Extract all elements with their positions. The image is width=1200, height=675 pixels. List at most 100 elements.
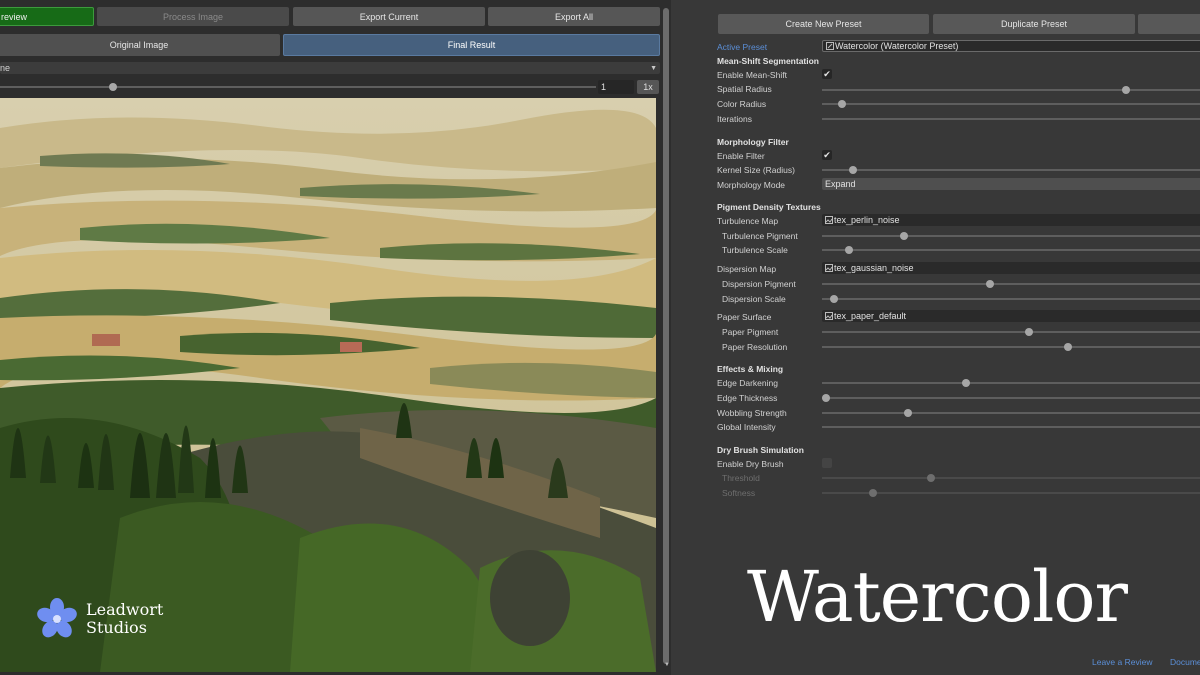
paper-resolution-label: Paper Resolution (722, 342, 788, 352)
preview-button-label: review (1, 11, 28, 22)
wobbling-strength-label: Wobbling Strength (717, 408, 787, 418)
enable-filter-label: Enable Filter (717, 151, 765, 161)
enable-mean-shift-checkbox[interactable]: ✔ (822, 69, 832, 79)
tab-original-image[interactable]: Original Image (0, 34, 280, 56)
turbulence-map-field[interactable]: tex_perlin_noise (822, 214, 1200, 226)
global-intensity-label: Global Intensity (717, 422, 776, 432)
paper-pigment-knob[interactable] (1024, 328, 1033, 336)
kernel-size-knob[interactable] (849, 166, 858, 174)
pigment-header: Pigment Density Textures (717, 202, 821, 212)
settings-panel: Create New Preset Duplicate Preset Activ… (671, 0, 1200, 675)
edge-thickness-knob[interactable] (821, 394, 830, 402)
logo-line1: Leadwort (86, 600, 164, 619)
duplicate-preset-button[interactable]: Duplicate Preset (933, 14, 1135, 34)
active-preset-label: Active Preset (717, 42, 768, 52)
turbulence-map-value: tex_perlin_noise (834, 215, 900, 225)
final-result-image (0, 98, 656, 672)
turbulence-scale-knob[interactable] (845, 246, 854, 254)
turbulence-map-label: Turbulence Map (717, 216, 779, 226)
dispersion-map-field[interactable]: tex_gaussian_noise (822, 262, 1200, 274)
turbulence-scale-label: Turbulence Scale (722, 245, 788, 255)
kernel-size-slider[interactable] (822, 166, 1200, 174)
dispersion-pigment-slider[interactable] (822, 280, 1200, 288)
scroll-down-icon[interactable]: ▼ (664, 662, 670, 668)
dispersion-scale-slider[interactable] (822, 295, 1200, 303)
flower-logo-icon (37, 598, 77, 638)
spatial-radius-knob[interactable] (1122, 86, 1131, 94)
softness-knob (868, 489, 877, 497)
vertical-scrollbar[interactable] (663, 8, 669, 664)
leave-review-link[interactable]: Leave a Review (1092, 657, 1152, 667)
preview-panel: review Process Image Export Current Expo… (0, 0, 671, 675)
documentation-link[interactable]: Docume (1170, 657, 1200, 667)
mean-shift-header: Mean-Shift Segmentation (717, 56, 820, 66)
dispersion-pigment-knob[interactable] (985, 280, 994, 288)
logo-line2: Studios (86, 618, 147, 637)
zoom-reset-button[interactable]: 1x (637, 80, 659, 94)
enable-dry-brush-label: Enable Dry Brush (717, 459, 784, 469)
wobbling-strength-knob[interactable] (903, 409, 912, 417)
iterations-slider[interactable] (822, 118, 1200, 120)
export-current-button[interactable]: Export Current (293, 7, 485, 26)
studio-logo: Leadwort Studios (34, 596, 163, 642)
source-dropdown-value: ne (0, 63, 11, 73)
edge-darkening-label: Edge Darkening (717, 378, 778, 388)
spatial-radius-slider[interactable] (822, 86, 1200, 94)
wobbling-strength-slider[interactable] (822, 409, 1200, 417)
dispersion-map-label: Dispersion Map (717, 264, 777, 274)
paper-pigment-label: Paper Pigment (722, 327, 779, 337)
paper-pigment-slider[interactable] (822, 328, 1200, 336)
preset-asset-icon (826, 42, 834, 50)
threshold-label: Threshold (722, 473, 760, 483)
enable-dry-brush-checkbox[interactable] (822, 458, 832, 468)
paper-resolution-knob[interactable] (1063, 343, 1072, 351)
dispersion-pigment-label: Dispersion Pigment (722, 279, 796, 289)
zoom-slider[interactable] (0, 86, 596, 88)
kernel-size-label: Kernel Size (Radius) (717, 165, 795, 175)
checkmark-icon: ✔ (823, 149, 831, 160)
threshold-knob (927, 474, 936, 482)
iterations-label: Iterations (717, 114, 752, 124)
preview-button[interactable]: review (0, 7, 94, 26)
edge-thickness-label: Edge Thickness (717, 393, 778, 403)
chevron-down-icon: ▼ (650, 64, 657, 72)
preset-extra-button[interactable] (1138, 14, 1200, 34)
checkmark-icon: ✔ (823, 68, 831, 79)
dispersion-scale-knob[interactable] (829, 295, 838, 303)
export-all-button[interactable]: Export All (488, 7, 660, 26)
enable-filter-checkbox[interactable]: ✔ (822, 150, 832, 160)
enable-mean-shift-label: Enable Mean-Shift (717, 70, 787, 80)
turbulence-pigment-label: Turbulence Pigment (722, 231, 798, 241)
source-dropdown[interactable]: ne ▼ (0, 62, 660, 74)
edge-darkening-slider[interactable] (822, 379, 1200, 387)
create-new-preset-button[interactable]: Create New Preset (718, 14, 929, 34)
dispersion-map-value: tex_gaussian_noise (834, 263, 914, 273)
texture-icon (825, 312, 833, 320)
color-radius-label: Color Radius (717, 99, 767, 109)
paper-surface-field[interactable]: tex_paper_default (822, 310, 1200, 322)
effects-header: Effects & Mixing (717, 364, 784, 374)
tab-final-result[interactable]: Final Result (283, 34, 660, 56)
dry-brush-header: Dry Brush Simulation (717, 445, 804, 455)
color-radius-slider[interactable] (822, 100, 1200, 108)
turbulence-scale-slider[interactable] (822, 246, 1200, 254)
edge-darkening-knob[interactable] (962, 379, 971, 387)
threshold-slider (822, 474, 1200, 482)
paper-surface-value: tex_paper_default (834, 311, 907, 321)
morphology-header: Morphology Filter (717, 137, 789, 147)
global-intensity-slider[interactable] (822, 426, 1200, 428)
softness-slider (822, 489, 1200, 497)
active-preset-field[interactable]: Watercolor (Watercolor Preset) (822, 40, 1200, 52)
texture-icon (825, 264, 833, 272)
edge-thickness-slider[interactable] (821, 394, 1200, 402)
color-radius-knob[interactable] (837, 100, 846, 108)
texture-icon (825, 216, 833, 224)
zoom-slider-knob[interactable] (109, 83, 118, 91)
turbulence-pigment-knob[interactable] (899, 232, 908, 240)
paper-resolution-slider[interactable] (822, 343, 1200, 351)
morphology-mode-dropdown[interactable]: Expand (822, 178, 1200, 190)
zoom-input[interactable]: 1 (598, 80, 634, 94)
morphology-mode-label: Morphology Mode (717, 180, 786, 190)
logo-text: Leadwort Studios (86, 601, 163, 637)
turbulence-pigment-slider[interactable] (822, 232, 1200, 240)
